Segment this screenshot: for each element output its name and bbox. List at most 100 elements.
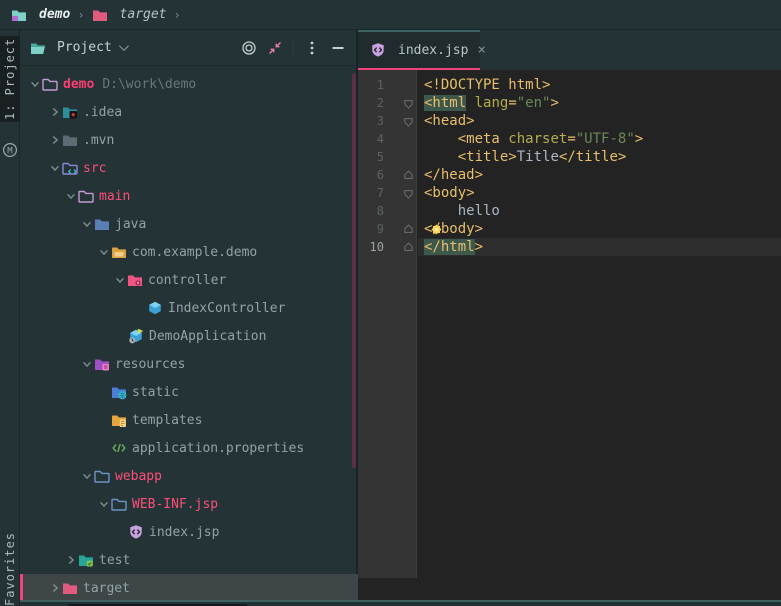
tree-item-webapp[interactable]: webapp <box>20 462 358 490</box>
tree-item-demo[interactable]: demoD:\work\demo <box>20 70 358 98</box>
code-text[interactable]: <html lang="en"> <box>418 94 781 112</box>
chevron-down-icon[interactable] <box>48 161 62 175</box>
code-token: <html <box>424 95 466 111</box>
chevron-down-icon[interactable] <box>80 217 94 231</box>
tree-item-label: demo <box>63 77 94 92</box>
tree-item-main[interactable]: main <box>20 182 358 210</box>
tree-item-com-example-demo[interactable]: com.example.demo <box>20 238 358 266</box>
fold-marker-icon[interactable] <box>386 184 418 202</box>
code-line-8[interactable]: 8 hello <box>358 202 781 220</box>
fold-marker-icon[interactable] <box>386 238 418 256</box>
code-token: <meta <box>458 131 509 147</box>
chevron-right-icon[interactable] <box>64 553 78 567</box>
tree-item-target[interactable]: target <box>20 574 358 602</box>
chevron-spacer <box>97 385 111 399</box>
chevron-down-icon[interactable] <box>113 273 127 287</box>
tree-item-application-properties[interactable]: application.properties <box>20 434 358 462</box>
folder-target-icon <box>62 580 78 596</box>
locate-icon[interactable] <box>241 40 257 56</box>
chevron-down-icon[interactable] <box>28 77 42 91</box>
tree-item-test[interactable]: test <box>20 546 358 574</box>
code-token: > <box>550 95 558 111</box>
fold-marker-icon[interactable] <box>386 166 418 184</box>
project-panel-title[interactable]: Project <box>57 40 112 55</box>
chevron-down-icon[interactable] <box>97 497 111 511</box>
tree-item-indexcontroller[interactable]: IndexController <box>20 294 358 322</box>
svg-text:M: M <box>7 146 13 156</box>
tree-item-templates[interactable]: templates <box>20 406 358 434</box>
tree-item-java[interactable]: java <box>20 210 358 238</box>
breadcrumb-separator: › <box>77 8 84 22</box>
class-cube-icon <box>147 300 163 316</box>
code-text[interactable]: <head> <box>418 112 781 130</box>
folder-package-icon <box>111 244 127 260</box>
fold-marker-icon[interactable] <box>386 112 418 130</box>
breadcrumb-item-target[interactable]: target <box>92 7 167 23</box>
chevron-down-icon[interactable] <box>119 41 129 51</box>
code-line-6[interactable]: 6</head> <box>358 166 781 184</box>
code-line-1[interactable]: 1<!DOCTYPE html> <box>358 76 781 94</box>
code-text[interactable]: <title>Title</title> <box>418 148 781 166</box>
code-area[interactable]: 1<!DOCTYPE html>2<html lang="en">3 <head>… <box>358 76 781 256</box>
intention-star-icon[interactable] <box>429 222 444 237</box>
code-token: hello <box>424 203 500 219</box>
tool-window-button-project[interactable]: 1: Project <box>0 36 20 122</box>
code-line-2[interactable]: 2<html lang="en"> <box>358 94 781 112</box>
collapse-all-icon[interactable] <box>267 40 283 56</box>
tree-item-label: controller <box>148 273 226 288</box>
chevron-right-icon[interactable] <box>48 581 62 595</box>
code-line-5[interactable]: 5 <title>Title</title> <box>358 148 781 166</box>
code-line-3[interactable]: 3 <head> <box>358 112 781 130</box>
tree-item-controller[interactable]: controller <box>20 266 358 294</box>
code-line-4[interactable]: 4 <meta charset="UTF-8"> <box>358 130 781 148</box>
code-token: <body> <box>424 185 475 201</box>
code-text[interactable]: </html> <box>418 238 781 256</box>
code-line-9[interactable]: 9</body> <box>358 220 781 238</box>
minimize-icon[interactable] <box>330 40 346 56</box>
line-number: 5 <box>358 148 386 166</box>
code-text[interactable]: </head> <box>418 166 781 184</box>
maven-icon[interactable]: M <box>2 142 18 158</box>
chevron-down-icon[interactable] <box>64 189 78 203</box>
code-text[interactable]: </body> <box>418 220 781 238</box>
tree-item-resources[interactable]: resources <box>20 350 358 378</box>
tree-item-web-inf-jsp[interactable]: WEB-INF.jsp <box>20 490 358 518</box>
code-line-10[interactable]: 10</html> <box>358 238 781 256</box>
project-folder-icon <box>11 7 27 23</box>
fold-marker-icon[interactable] <box>386 220 418 238</box>
properties-file-icon <box>111 440 127 456</box>
tree-item--mvn[interactable]: .mvn <box>20 126 358 154</box>
tool-window-button-favorites[interactable]: Favorites <box>0 494 20 606</box>
editor-body[interactable]: 1<!DOCTYPE html>2<html lang="en">3 <head>… <box>358 70 781 578</box>
chevron-down-icon[interactable] <box>97 245 111 259</box>
chevron-right-icon[interactable] <box>48 133 62 147</box>
tree-item--idea[interactable]: .idea <box>20 98 358 126</box>
code-line-7[interactable]: 7<body> <box>358 184 781 202</box>
code-token: = <box>508 95 516 111</box>
code-token: <title> <box>458 149 517 165</box>
tree-item-src[interactable]: src <box>20 154 358 182</box>
project-panel-header: Project <box>20 30 356 66</box>
more-options-icon[interactable] <box>304 40 320 56</box>
code-token: "en" <box>517 95 551 111</box>
close-icon[interactable]: × <box>477 42 485 58</box>
code-text[interactable]: hello <box>418 202 781 220</box>
tab-index-jsp[interactable]: index.jsp × <box>358 30 480 70</box>
tree-scrollbar[interactable] <box>352 73 356 468</box>
chevron-down-icon[interactable] <box>80 357 94 371</box>
code-text[interactable]: <body> <box>418 184 781 202</box>
line-number: 3 <box>358 112 386 130</box>
folder-gray-icon <box>62 132 78 148</box>
breadcrumb-item-demo[interactable]: demo <box>11 7 70 23</box>
jsp-file-icon <box>370 42 386 58</box>
tree-item-demoapplication[interactable]: DemoApplication <box>20 322 358 350</box>
chevron-down-icon[interactable] <box>80 469 94 483</box>
tree-item-label: WEB-INF.jsp <box>132 497 218 512</box>
chevron-right-icon[interactable] <box>48 105 62 119</box>
code-text[interactable]: <meta charset="UTF-8"> <box>418 130 781 148</box>
tree-item-static[interactable]: static <box>20 378 358 406</box>
tree-item-index-jsp[interactable]: index.jsp <box>20 518 358 546</box>
code-text[interactable]: <!DOCTYPE html> <box>418 76 781 94</box>
fold-marker-icon[interactable] <box>386 94 418 112</box>
folder-templates-icon <box>111 412 127 428</box>
